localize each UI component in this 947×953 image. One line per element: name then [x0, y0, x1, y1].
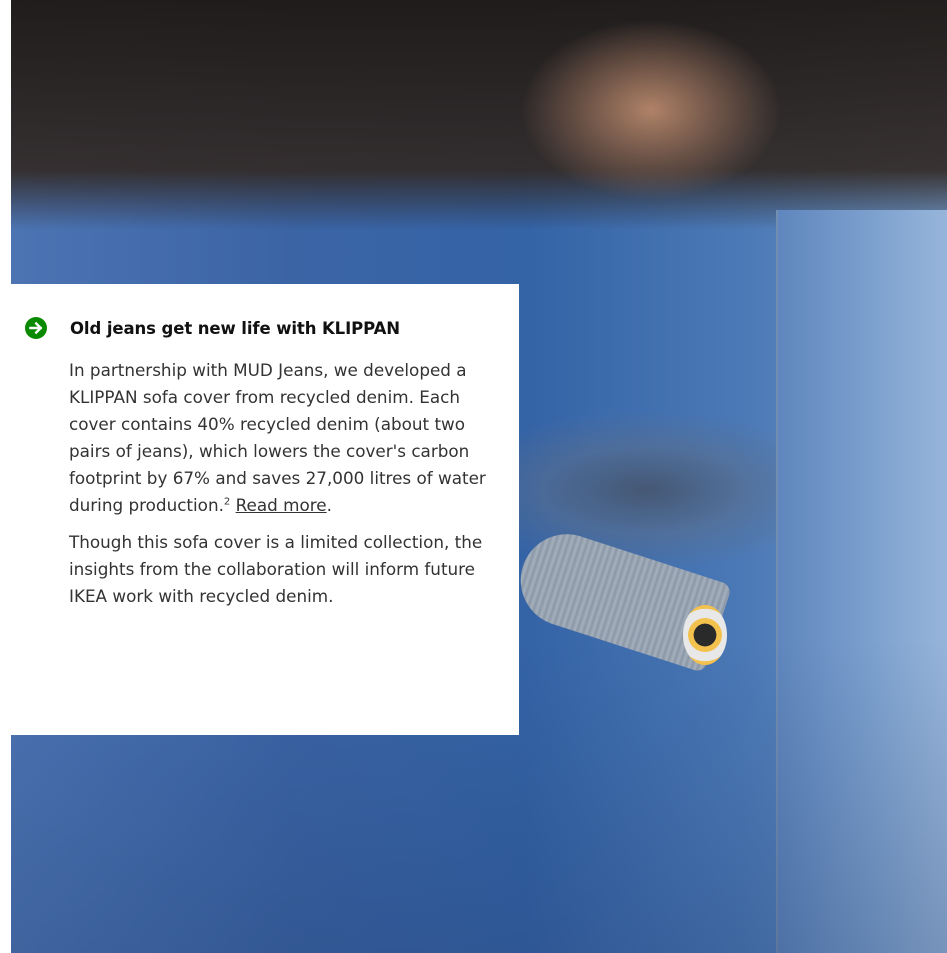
card-title[interactable]: Old jeans get new life with KLIPPAN — [70, 319, 400, 338]
card-header[interactable]: Old jeans get new life with KLIPPAN — [25, 317, 400, 339]
paragraph-1-text: In partnership with MUD Jeans, we develo… — [69, 360, 486, 515]
thread-spool-end — [683, 605, 727, 665]
arrow-right-circle-icon[interactable] — [25, 317, 47, 339]
read-more-link[interactable]: Read more — [236, 495, 327, 515]
card-body: In partnership with MUD Jeans, we develo… — [69, 357, 489, 620]
footnote-marker: 2 — [223, 496, 231, 508]
sentence-end: . — [326, 495, 332, 515]
paragraph-1: In partnership with MUD Jeans, we develo… — [69, 357, 489, 519]
paragraph-2: Though this sofa cover is a limited coll… — [69, 532, 483, 606]
info-card: Old jeans get new life with KLIPPAN In p… — [11, 284, 519, 735]
